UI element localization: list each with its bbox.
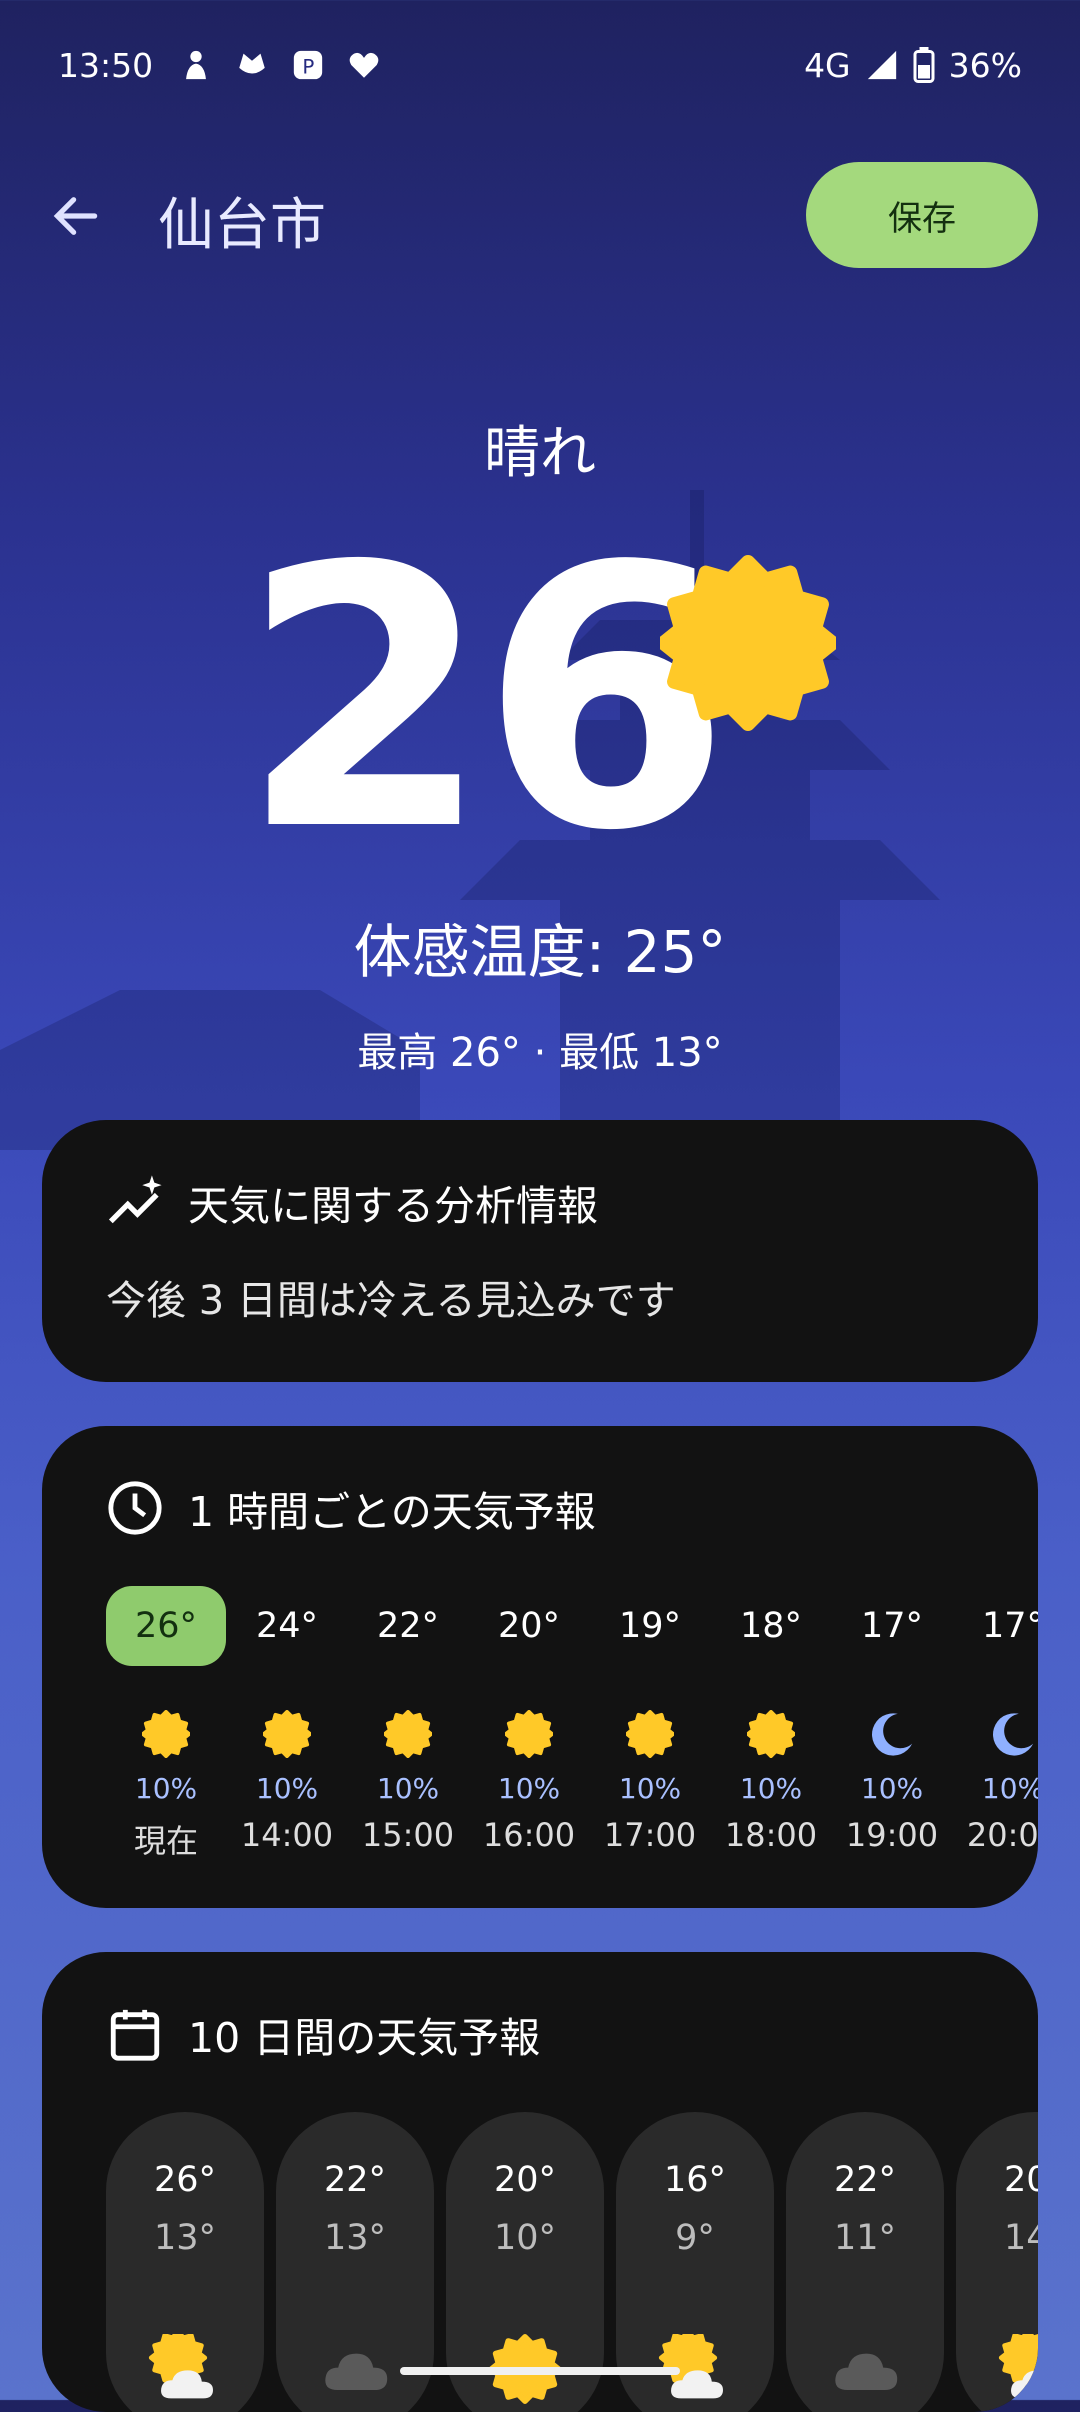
daily-low: 13° xyxy=(153,2218,217,2258)
sun-icon xyxy=(505,1710,553,1758)
daily-high: 16° xyxy=(663,2160,727,2200)
daily-high: 22° xyxy=(833,2160,897,2200)
top-app-bar: 仙台市 保存 xyxy=(0,160,1080,270)
daily-title: 10 日間の天気予報 xyxy=(188,2014,541,2062)
hourly-temp: 24° xyxy=(255,1606,319,1646)
hourly-time: 19:00 xyxy=(845,1816,939,1854)
hourly-list[interactable]: 26° 10% 現在 24° 10% 14:00 22° 10% 15:00 20° 10% 16:0… xyxy=(106,1586,1038,1886)
heart-icon xyxy=(349,52,379,78)
insight-title: 天気に関する分析情報 xyxy=(188,1182,598,1230)
sun-icon xyxy=(660,555,836,731)
partly-sunny-icon xyxy=(998,2334,1038,2399)
svg-text:P: P xyxy=(302,56,314,79)
moon-icon xyxy=(993,1713,1034,1756)
feels-like: 体感温度: 25° xyxy=(353,918,727,986)
sparkle-trend-icon xyxy=(108,1175,162,1224)
hourly-precip: 10% xyxy=(497,1772,561,1805)
hourly-temp: 17° xyxy=(860,1606,924,1646)
daily-forecast-card[interactable]: 10 日間の天気予報 26° 13° 22° 13° 20° 10° 16° 9° 22° 11°… xyxy=(42,1952,1038,2412)
status-time: 13:50 xyxy=(58,45,154,85)
daily-low: 11° xyxy=(833,2218,897,2258)
hourly-temp: 19° xyxy=(618,1606,682,1646)
sun-icon xyxy=(263,1710,311,1758)
clock-icon xyxy=(108,1481,162,1535)
hourly-time: 14:00 xyxy=(240,1816,334,1854)
person-icon xyxy=(186,50,207,80)
cloud-icon xyxy=(835,2353,898,2390)
daily-low: 10° xyxy=(493,2218,557,2258)
daily-item[interactable]: 26° 13° xyxy=(106,2112,264,2412)
sun-icon xyxy=(384,1710,432,1758)
moon-icon xyxy=(872,1713,913,1756)
status-bar: 13:50 P 4G 36% xyxy=(58,40,1022,90)
sun-icon xyxy=(142,1710,190,1758)
hourly-precip: 10% xyxy=(739,1772,803,1805)
hourly-precip: 10% xyxy=(255,1772,319,1805)
high-low: 最高 26° · 最低 13° xyxy=(357,1030,723,1076)
hourly-precip: 10% xyxy=(981,1772,1038,1805)
hourly-precip: 10% xyxy=(860,1772,924,1805)
cloud-icon xyxy=(325,2353,388,2390)
hourly-time: 16:00 xyxy=(482,1816,576,1854)
hourly-forecast-card[interactable]: 1 時間ごとの天気予報 26° 10% 現在 24° 10% 14:00 22° 10% 15:… xyxy=(42,1426,1038,1908)
insight-card[interactable]: 天気に関する分析情報 今後 3 日間は冷える見込みです xyxy=(42,1120,1038,1382)
character-icon xyxy=(239,53,265,74)
daily-high: 22° xyxy=(323,2160,387,2200)
daily-low: 9° xyxy=(675,2218,715,2258)
hourly-time: 18:00 xyxy=(724,1816,818,1854)
hourly-title: 1 時間ごとの天気予報 xyxy=(188,1488,596,1536)
hourly-precip: 10% xyxy=(376,1772,440,1805)
city-title: 仙台市 xyxy=(158,193,326,258)
daily-high: 20° xyxy=(1003,2160,1038,2200)
hourly-temp: 26° xyxy=(106,1586,226,1666)
hourly-temp: 17° xyxy=(981,1606,1038,1646)
daily-low: 14° xyxy=(1003,2218,1038,2258)
battery-icon xyxy=(913,47,935,83)
daily-high: 20° xyxy=(493,2160,557,2200)
current-temperature: 26 xyxy=(240,490,731,909)
hourly-temp: 22° xyxy=(376,1606,440,1646)
hourly-time: 現在 xyxy=(133,1822,198,1860)
partly-sunny-icon xyxy=(148,2334,213,2399)
signal-icon xyxy=(867,50,896,80)
hourly-precip: 10% xyxy=(618,1772,682,1805)
back-arrow-icon[interactable] xyxy=(48,188,104,244)
hourly-precip: 10% xyxy=(134,1772,198,1805)
parking-app-icon: P xyxy=(293,50,323,80)
sun-icon xyxy=(747,1710,795,1758)
daily-item[interactable]: 20°14° xyxy=(956,2112,1038,2412)
hourly-temp: 20° xyxy=(497,1606,561,1646)
daily-high: 26° xyxy=(153,2160,217,2200)
network-type: 4G xyxy=(804,45,851,85)
hourly-time: 15:00 xyxy=(361,1816,455,1854)
sun-icon xyxy=(626,1710,674,1758)
home-indicator[interactable] xyxy=(400,2367,680,2375)
save-button[interactable]: 保存 xyxy=(806,162,1038,268)
calendar-icon xyxy=(110,2009,160,2061)
hourly-time: 17:00 xyxy=(603,1816,697,1854)
hourly-time: 20:00 xyxy=(966,1816,1038,1854)
hourly-temp: 18° xyxy=(739,1606,803,1646)
battery-percent: 36% xyxy=(948,45,1022,85)
daily-low: 13° xyxy=(323,2218,387,2258)
current-condition: 晴れ xyxy=(484,421,596,486)
insight-text: 今後 3 日間は冷える見込みです xyxy=(106,1278,676,1324)
daily-item[interactable]: 22° 11° xyxy=(786,2112,944,2412)
